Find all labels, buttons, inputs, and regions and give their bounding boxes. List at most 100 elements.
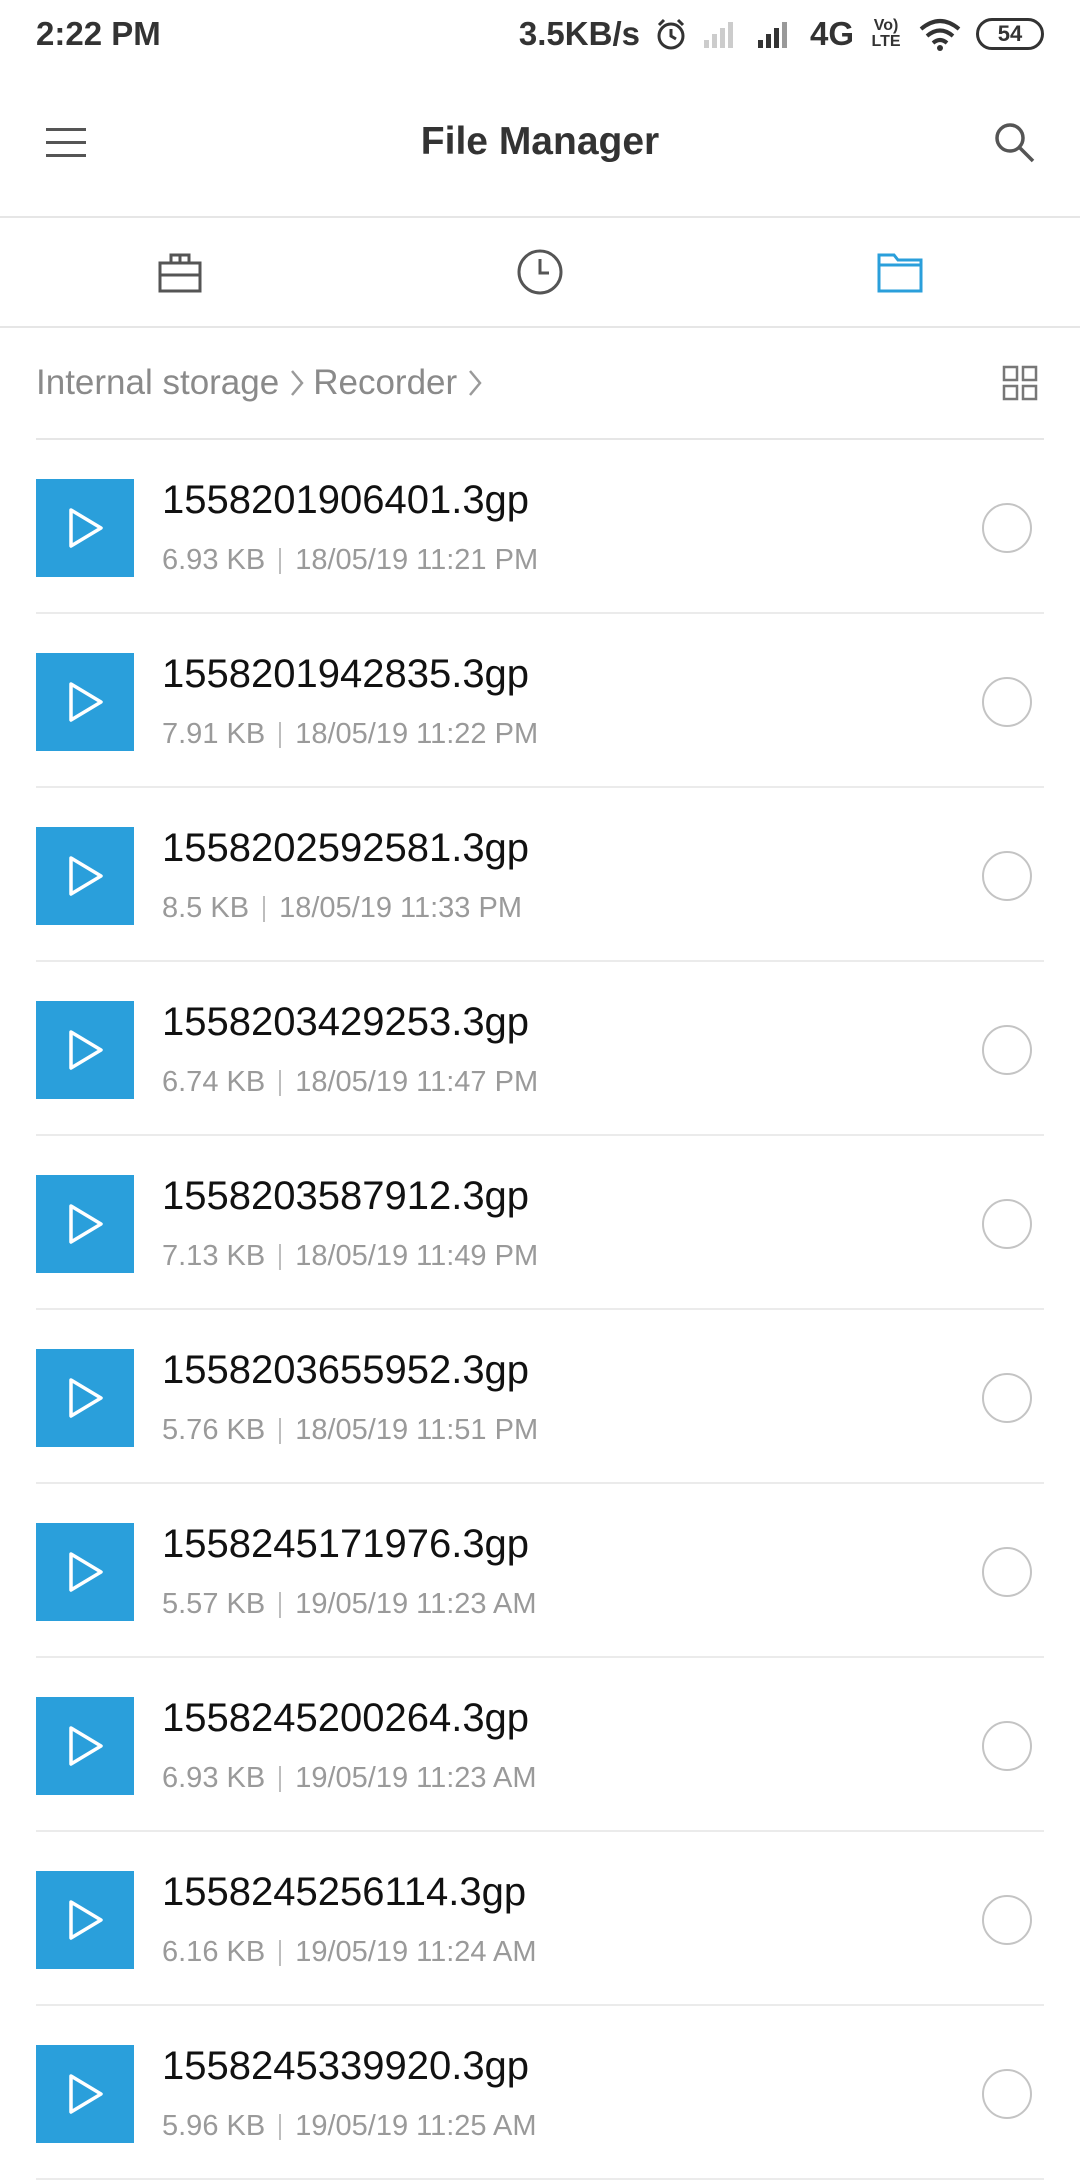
- file-row[interactable]: 1558201942835.3gp 7.91 KB 18/05/19 11:22 P…: [36, 614, 1044, 788]
- file-row[interactable]: 1558245256114.3gp 6.16 KB 19/05/19 11:24 A…: [36, 1832, 1044, 2006]
- file-row[interactable]: 1558203655952.3gp 5.76 KB 18/05/19 11:51 P…: [36, 1310, 1044, 1484]
- audio-thumbnail: [36, 1349, 134, 1447]
- file-size: 5.76 KB: [162, 1414, 266, 1446]
- file-row[interactable]: 1558245171976.3gp 5.57 KB 19/05/19 11:23 A…: [36, 1484, 1044, 1658]
- file-row[interactable]: 1558201906401.3gp 6.93 KB 18/05/19 11:21 P…: [36, 440, 1044, 614]
- status-icons: 3.5KB/s 4G Vo) LTE 54: [519, 15, 1044, 53]
- meta-divider: [279, 1069, 282, 1096]
- play-icon: [69, 1204, 103, 1244]
- file-date: 18/05/19 11:21 PM: [295, 544, 539, 576]
- select-radio[interactable]: [982, 677, 1032, 727]
- file-meta: 7.91 KB 18/05/19 11:22 PM: [162, 718, 538, 751]
- file-name: 1558201906401.3gp: [162, 478, 530, 522]
- meta-divider: [279, 1765, 282, 1792]
- audio-thumbnail: [36, 653, 134, 751]
- select-radio[interactable]: [982, 2069, 1032, 2119]
- select-radio[interactable]: [982, 851, 1032, 901]
- file-row[interactable]: 1558203429253.3gp 6.74 KB 18/05/19 11:47 P…: [36, 962, 1044, 1136]
- file-date: 18/05/19 11:22 PM: [295, 718, 539, 750]
- volte-indicator: Vo) LTE: [871, 17, 901, 50]
- tab-recent[interactable]: [360, 218, 720, 326]
- file-row[interactable]: 1558245339920.3gp 5.96 KB 19/05/19 11:25 A…: [36, 2006, 1044, 2180]
- file-size: 6.74 KB: [162, 1066, 266, 1098]
- chevron-right-icon: [469, 370, 482, 396]
- file-name: 1558202592581.3gp: [162, 826, 530, 870]
- tab-categories[interactable]: [0, 218, 360, 326]
- file-row[interactable]: 1558202592581.3gp 8.5 KB 18/05/19 11:33 PM: [36, 788, 1044, 962]
- status-bar: 2:22 PM 3.5KB/s 4G Vo) LTE 54: [0, 0, 1080, 68]
- meta-divider: [279, 547, 282, 574]
- file-row[interactable]: 1558245200264.3gp 6.93 KB 19/05/19 11:23 A…: [36, 1658, 1044, 1832]
- chevron-right-icon: [291, 370, 304, 396]
- file-size: 8.5 KB: [162, 892, 250, 924]
- network-speed: 3.5KB/s: [518, 15, 640, 52]
- alarm-icon: [657, 18, 685, 50]
- meta-divider: [263, 895, 266, 922]
- audio-thumbnail: [36, 1175, 134, 1273]
- audio-thumbnail: [36, 1523, 134, 1621]
- play-icon: [69, 508, 103, 548]
- file-name: 1558245171976.3gp: [162, 1522, 530, 1566]
- file-size: 5.57 KB: [162, 1588, 266, 1620]
- file-date: 18/05/19 11:33 PM: [279, 892, 522, 924]
- play-icon: [69, 2074, 103, 2114]
- menu-icon[interactable]: [44, 121, 88, 165]
- signal-icon-sim1: [703, 22, 733, 48]
- play-icon: [69, 682, 103, 722]
- audio-thumbnail: [36, 827, 134, 925]
- select-radio[interactable]: [982, 503, 1032, 553]
- tab-folders[interactable]: [720, 218, 1080, 326]
- select-radio[interactable]: [982, 1895, 1032, 1945]
- select-radio[interactable]: [982, 1547, 1032, 1597]
- file-meta: 5.96 KB 19/05/19 11:25 AM: [162, 2110, 537, 2143]
- clock-icon: [517, 249, 563, 295]
- grid-view-icon[interactable]: [1002, 365, 1038, 401]
- select-radio[interactable]: [982, 1025, 1032, 1075]
- meta-divider: [279, 721, 282, 748]
- file-meta: 6.16 KB 19/05/19 11:24 AM: [162, 1936, 537, 1969]
- audio-thumbnail: [36, 2045, 134, 2143]
- file-name: 1558245200264.3gp: [162, 1696, 530, 1740]
- play-icon: [69, 1726, 103, 1766]
- breadcrumb-folder[interactable]: Recorder: [313, 363, 457, 403]
- play-icon: [69, 1552, 103, 1592]
- network-type: 4G: [809, 15, 854, 52]
- play-icon: [69, 856, 103, 896]
- briefcase-icon: [158, 253, 202, 293]
- file-size: 7.91 KB: [162, 718, 266, 750]
- play-icon: [69, 1900, 103, 1940]
- meta-divider: [279, 1417, 282, 1444]
- file-size: 6.16 KB: [162, 1936, 266, 1968]
- meta-divider: [279, 1939, 282, 1966]
- file-name: 1558203587912.3gp: [162, 1174, 530, 1218]
- file-name: 1558203429253.3gp: [162, 1000, 530, 1044]
- meta-divider: [279, 1591, 282, 1618]
- file-date: 19/05/19 11:24 AM: [295, 1936, 537, 1968]
- file-row[interactable]: 1558203587912.3gp 7.13 KB 18/05/19 11:49 P…: [36, 1136, 1044, 1310]
- file-meta: 7.13 KB 18/05/19 11:49 PM: [162, 1240, 538, 1273]
- file-date: 18/05/19 11:51 PM: [295, 1414, 539, 1446]
- audio-thumbnail: [36, 479, 134, 577]
- file-date: 19/05/19 11:23 AM: [295, 1588, 537, 1620]
- select-radio[interactable]: [982, 1721, 1032, 1771]
- file-name: 1558203655952.3gp: [162, 1348, 530, 1392]
- breadcrumb-row: Internal storage Recorder: [36, 328, 1044, 440]
- file-size: 5.96 KB: [162, 2110, 266, 2142]
- folder-icon: [877, 253, 923, 293]
- file-size: 7.13 KB: [162, 1240, 266, 1272]
- select-radio[interactable]: [982, 1199, 1032, 1249]
- breadcrumb: Internal storage Recorder: [36, 363, 491, 403]
- meta-divider: [279, 2113, 282, 2140]
- audio-thumbnail: [36, 1871, 134, 1969]
- file-date: 18/05/19 11:47 PM: [295, 1066, 539, 1098]
- file-size: 6.93 KB: [162, 544, 266, 576]
- select-radio[interactable]: [982, 1373, 1032, 1423]
- breadcrumb-root[interactable]: Internal storage: [36, 363, 279, 403]
- file-meta: 5.76 KB 18/05/19 11:51 PM: [162, 1414, 538, 1447]
- search-icon[interactable]: [992, 120, 1036, 164]
- file-meta: 5.57 KB 19/05/19 11:23 AM: [162, 1588, 537, 1621]
- file-meta: 6.74 KB 18/05/19 11:47 PM: [162, 1066, 538, 1099]
- category-tabs: [0, 218, 1080, 328]
- signal-icon-sim2: [757, 22, 787, 48]
- audio-thumbnail: [36, 1697, 134, 1795]
